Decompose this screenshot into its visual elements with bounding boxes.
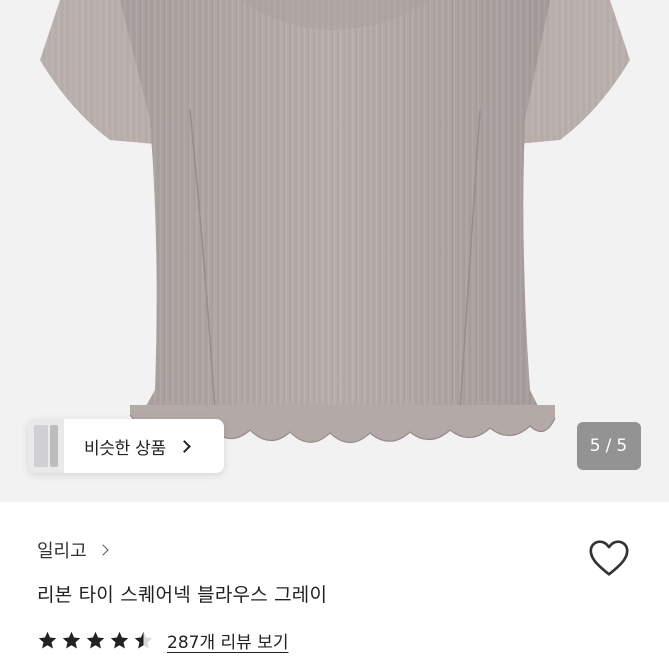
star-icon: [86, 631, 105, 649]
image-page-counter: 5 / 5: [577, 422, 641, 470]
page-separator: /: [605, 436, 613, 456]
rating-row: 287개 리뷰 보기: [37, 628, 288, 653]
star-icon: [62, 631, 81, 649]
similar-products-label: 비슷한 상품: [84, 438, 166, 459]
product-title: 리본 타이 스퀘어넥 블라우스 그레이: [37, 584, 328, 606]
total-pages: 5: [616, 436, 629, 456]
like-button[interactable]: [586, 535, 632, 581]
half-star-icon: [134, 631, 153, 649]
similar-product-thumbnail: [28, 419, 64, 473]
brand-link[interactable]: 일리고: [37, 537, 109, 563]
chevron-right-icon: [177, 439, 191, 453]
star-rating: [37, 630, 157, 651]
heart-outline-icon: [589, 540, 629, 576]
product-image[interactable]: 비슷한 상품 5 / 5: [0, 0, 669, 502]
current-page: 5: [589, 436, 602, 456]
reviews-link[interactable]: 287개 리뷰 보기: [167, 628, 288, 653]
chevron-right-icon: [97, 544, 109, 556]
similar-products-button[interactable]: 비슷한 상품: [28, 419, 224, 473]
star-icon: [110, 631, 129, 649]
star-icon: [38, 631, 57, 649]
brand-name: 일리고: [37, 541, 87, 562]
